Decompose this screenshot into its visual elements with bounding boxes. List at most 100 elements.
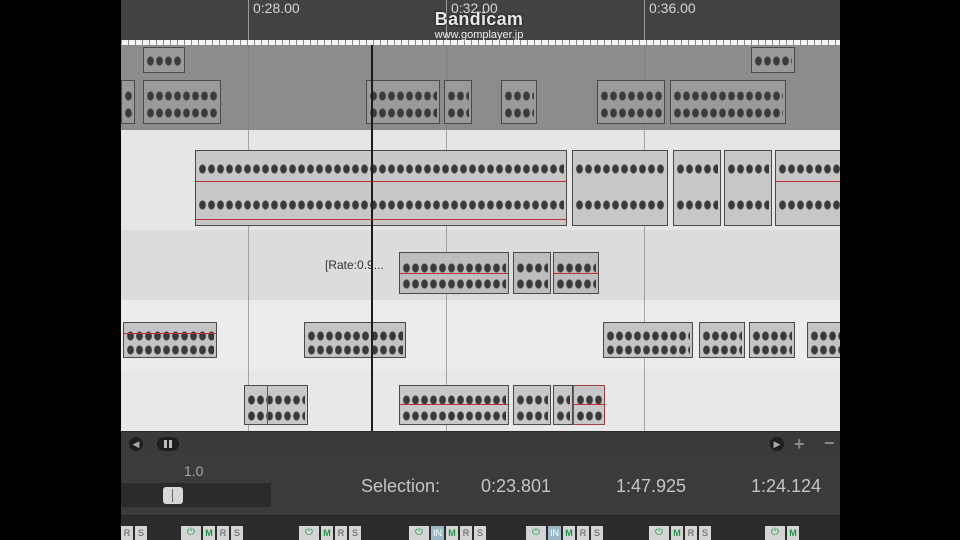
audio-item[interactable] xyxy=(749,322,795,358)
input-button[interactable]: IN xyxy=(548,526,561,540)
audio-item[interactable] xyxy=(573,385,605,425)
waveform xyxy=(778,163,840,179)
record-button[interactable]: R xyxy=(335,526,347,540)
audio-item[interactable] xyxy=(597,80,665,124)
audio-item[interactable] xyxy=(143,80,221,124)
mute-button[interactable]: M xyxy=(203,526,215,540)
mixer-channel: R S xyxy=(121,526,147,540)
zoom-in-icon[interactable]: + xyxy=(794,434,805,455)
waveform xyxy=(556,409,570,422)
record-button[interactable]: R xyxy=(460,526,472,540)
waveform xyxy=(727,199,769,215)
audio-item[interactable] xyxy=(195,150,567,226)
audio-item[interactable] xyxy=(123,322,217,358)
solo-button[interactable]: S xyxy=(474,526,486,540)
record-button[interactable]: R xyxy=(577,526,589,540)
mute-button[interactable]: M xyxy=(321,526,333,540)
audio-item[interactable] xyxy=(244,385,308,425)
waveform xyxy=(247,394,305,407)
mute-button[interactable]: M xyxy=(671,526,683,540)
audio-item[interactable] xyxy=(501,80,537,124)
mute-button[interactable]: M xyxy=(787,526,799,540)
solo-button[interactable]: S xyxy=(349,526,361,540)
edit-cursor[interactable] xyxy=(371,45,373,431)
mixer-channel: ⏻ M R S xyxy=(181,526,243,540)
audio-item[interactable] xyxy=(670,80,786,124)
audio-item[interactable] xyxy=(143,47,185,73)
audio-item[interactable] xyxy=(399,252,509,294)
waveform xyxy=(504,90,534,103)
solo-button[interactable]: S xyxy=(135,526,147,540)
waveform xyxy=(600,107,662,120)
power-icon[interactable]: ⏻ xyxy=(526,526,546,540)
waveform xyxy=(198,163,564,179)
power-icon[interactable]: ⏻ xyxy=(181,526,201,540)
gridline xyxy=(248,300,249,370)
audio-item[interactable] xyxy=(553,252,599,294)
audio-item[interactable] xyxy=(724,150,772,226)
mute-button[interactable]: M xyxy=(563,526,575,540)
waveform xyxy=(307,344,403,357)
waveform xyxy=(702,344,742,357)
power-icon[interactable]: ⏻ xyxy=(409,526,429,540)
playrate-knob[interactable] xyxy=(163,487,183,504)
mixer-channel: ⏻ IN M R S xyxy=(526,526,603,540)
audio-item[interactable] xyxy=(553,385,573,425)
envelope-line xyxy=(400,273,508,274)
track-lane-3[interactable] xyxy=(121,230,840,300)
selection-length[interactable]: 1:24.124 xyxy=(751,476,821,497)
audio-item[interactable] xyxy=(572,150,668,226)
waveform xyxy=(810,330,840,343)
ruler-tick-3: 0:36.00 xyxy=(644,0,696,40)
waveform xyxy=(247,409,305,422)
waveform xyxy=(146,107,218,120)
audio-item[interactable] xyxy=(751,47,795,73)
waveform xyxy=(673,107,783,120)
zoom-out-icon[interactable]: − xyxy=(824,433,835,454)
scroll-right-icon[interactable]: ▶ xyxy=(770,437,784,451)
audio-item[interactable] xyxy=(673,150,721,226)
waveform xyxy=(447,90,469,103)
record-button[interactable]: R xyxy=(217,526,229,540)
audio-item[interactable] xyxy=(366,80,440,124)
zoom-handle-icon[interactable] xyxy=(157,437,179,451)
power-icon[interactable]: ⏻ xyxy=(765,526,785,540)
solo-button[interactable]: S xyxy=(231,526,243,540)
selection-end[interactable]: 1:47.925 xyxy=(616,476,686,497)
envelope-line xyxy=(400,404,508,405)
waveform xyxy=(146,55,182,68)
audio-item[interactable] xyxy=(121,80,135,124)
track-area[interactable] xyxy=(121,45,840,431)
audio-item[interactable] xyxy=(603,322,693,358)
track-lane-4[interactable] xyxy=(121,300,840,370)
scroll-left-icon[interactable]: ◀ xyxy=(129,437,143,451)
audio-item[interactable] xyxy=(775,150,840,226)
mute-button[interactable]: M xyxy=(446,526,458,540)
playrate-slider[interactable] xyxy=(121,483,271,507)
solo-button[interactable]: S xyxy=(591,526,603,540)
gridline xyxy=(644,230,645,300)
timeline-ruler[interactable]: 0:28.00 0:32.00 0:36.00 Bandicam www.gom… xyxy=(121,0,840,45)
audio-item[interactable] xyxy=(444,80,472,124)
input-button[interactable]: IN xyxy=(431,526,444,540)
record-button[interactable]: R xyxy=(685,526,697,540)
audio-item[interactable] xyxy=(513,385,551,425)
track-lane-2[interactable] xyxy=(121,130,840,230)
audio-item[interactable] xyxy=(399,385,509,425)
record-button[interactable]: R xyxy=(121,526,133,540)
power-icon[interactable]: ⏻ xyxy=(299,526,319,540)
waveform xyxy=(504,107,534,120)
waveform xyxy=(516,409,548,422)
selection-start[interactable]: 0:23.801 xyxy=(481,476,551,497)
track-lane-1[interactable] xyxy=(121,45,840,130)
audio-item[interactable] xyxy=(513,252,551,294)
audio-item[interactable] xyxy=(807,322,840,358)
waveform xyxy=(600,90,662,103)
solo-button[interactable]: S xyxy=(699,526,711,540)
audio-item[interactable] xyxy=(304,322,406,358)
track-lane-5[interactable] xyxy=(121,370,840,431)
audio-item[interactable] xyxy=(699,322,745,358)
power-icon[interactable]: ⏻ xyxy=(649,526,669,540)
envelope-line xyxy=(124,333,216,334)
horizontal-scrollbar[interactable]: ◀ ▶ + − xyxy=(121,431,840,456)
